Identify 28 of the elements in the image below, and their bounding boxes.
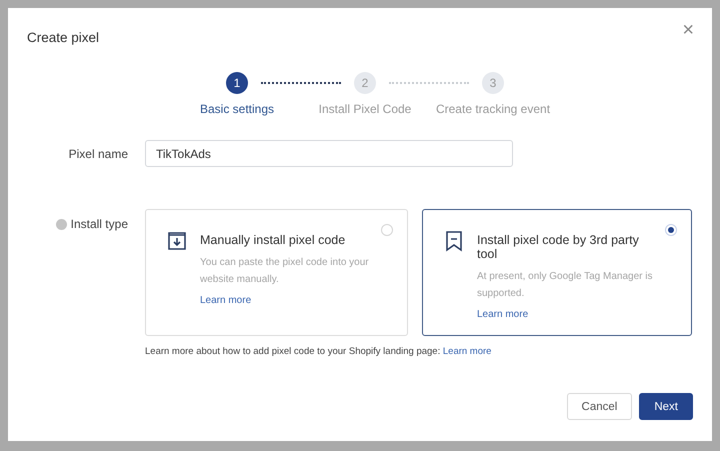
next-button[interactable]: Next	[639, 393, 693, 420]
step-number: 3	[482, 72, 504, 94]
download-icon	[166, 230, 188, 252]
option-card[interactable]: Install pixel code by 3rd party tool At present, only Google Tag Manager is supported. Learn more	[422, 209, 692, 336]
learn-more-link[interactable]: Learn more	[200, 295, 377, 306]
option-description: You can paste the pixel code into your website manually.	[200, 256, 370, 287]
step-number: 2	[354, 72, 376, 94]
option-description: At present, only Google Tag Manager is supported.	[477, 270, 654, 301]
bookmark-icon	[443, 230, 465, 252]
radio-button[interactable]	[665, 224, 677, 236]
pixel-name-field[interactable]: TikTokAds	[145, 140, 513, 167]
help-icon	[56, 218, 67, 230]
dialog-title: Create pixel	[27, 30, 100, 45]
learn-more-link[interactable]: Learn more	[477, 309, 661, 320]
help-text: Learn more about how to add pixel code to your Shopify landing page: Learn more	[145, 346, 492, 357]
step-label: Create tracking event	[436, 102, 550, 116]
step-label: Basic settings	[200, 102, 274, 116]
step-label: Install Pixel Code	[318, 102, 412, 116]
field-label: Install type	[70, 217, 128, 231]
cancel-button[interactable]: Cancel	[566, 393, 632, 420]
field-label: Pixel name	[68, 146, 128, 160]
option-title: Install pixel code by 3rd party tool	[477, 233, 640, 261]
radio-button[interactable]	[381, 224, 393, 236]
option-card[interactable]: Manually install pixel code You can paste the pixel code into your website manually. Learn more	[145, 209, 408, 336]
learn-more-link[interactable]: Learn more	[442, 346, 492, 357]
option-title: Manually install pixel code	[200, 233, 346, 247]
close-button[interactable]: ×	[682, 20, 694, 40]
step-number: 1	[226, 72, 248, 94]
